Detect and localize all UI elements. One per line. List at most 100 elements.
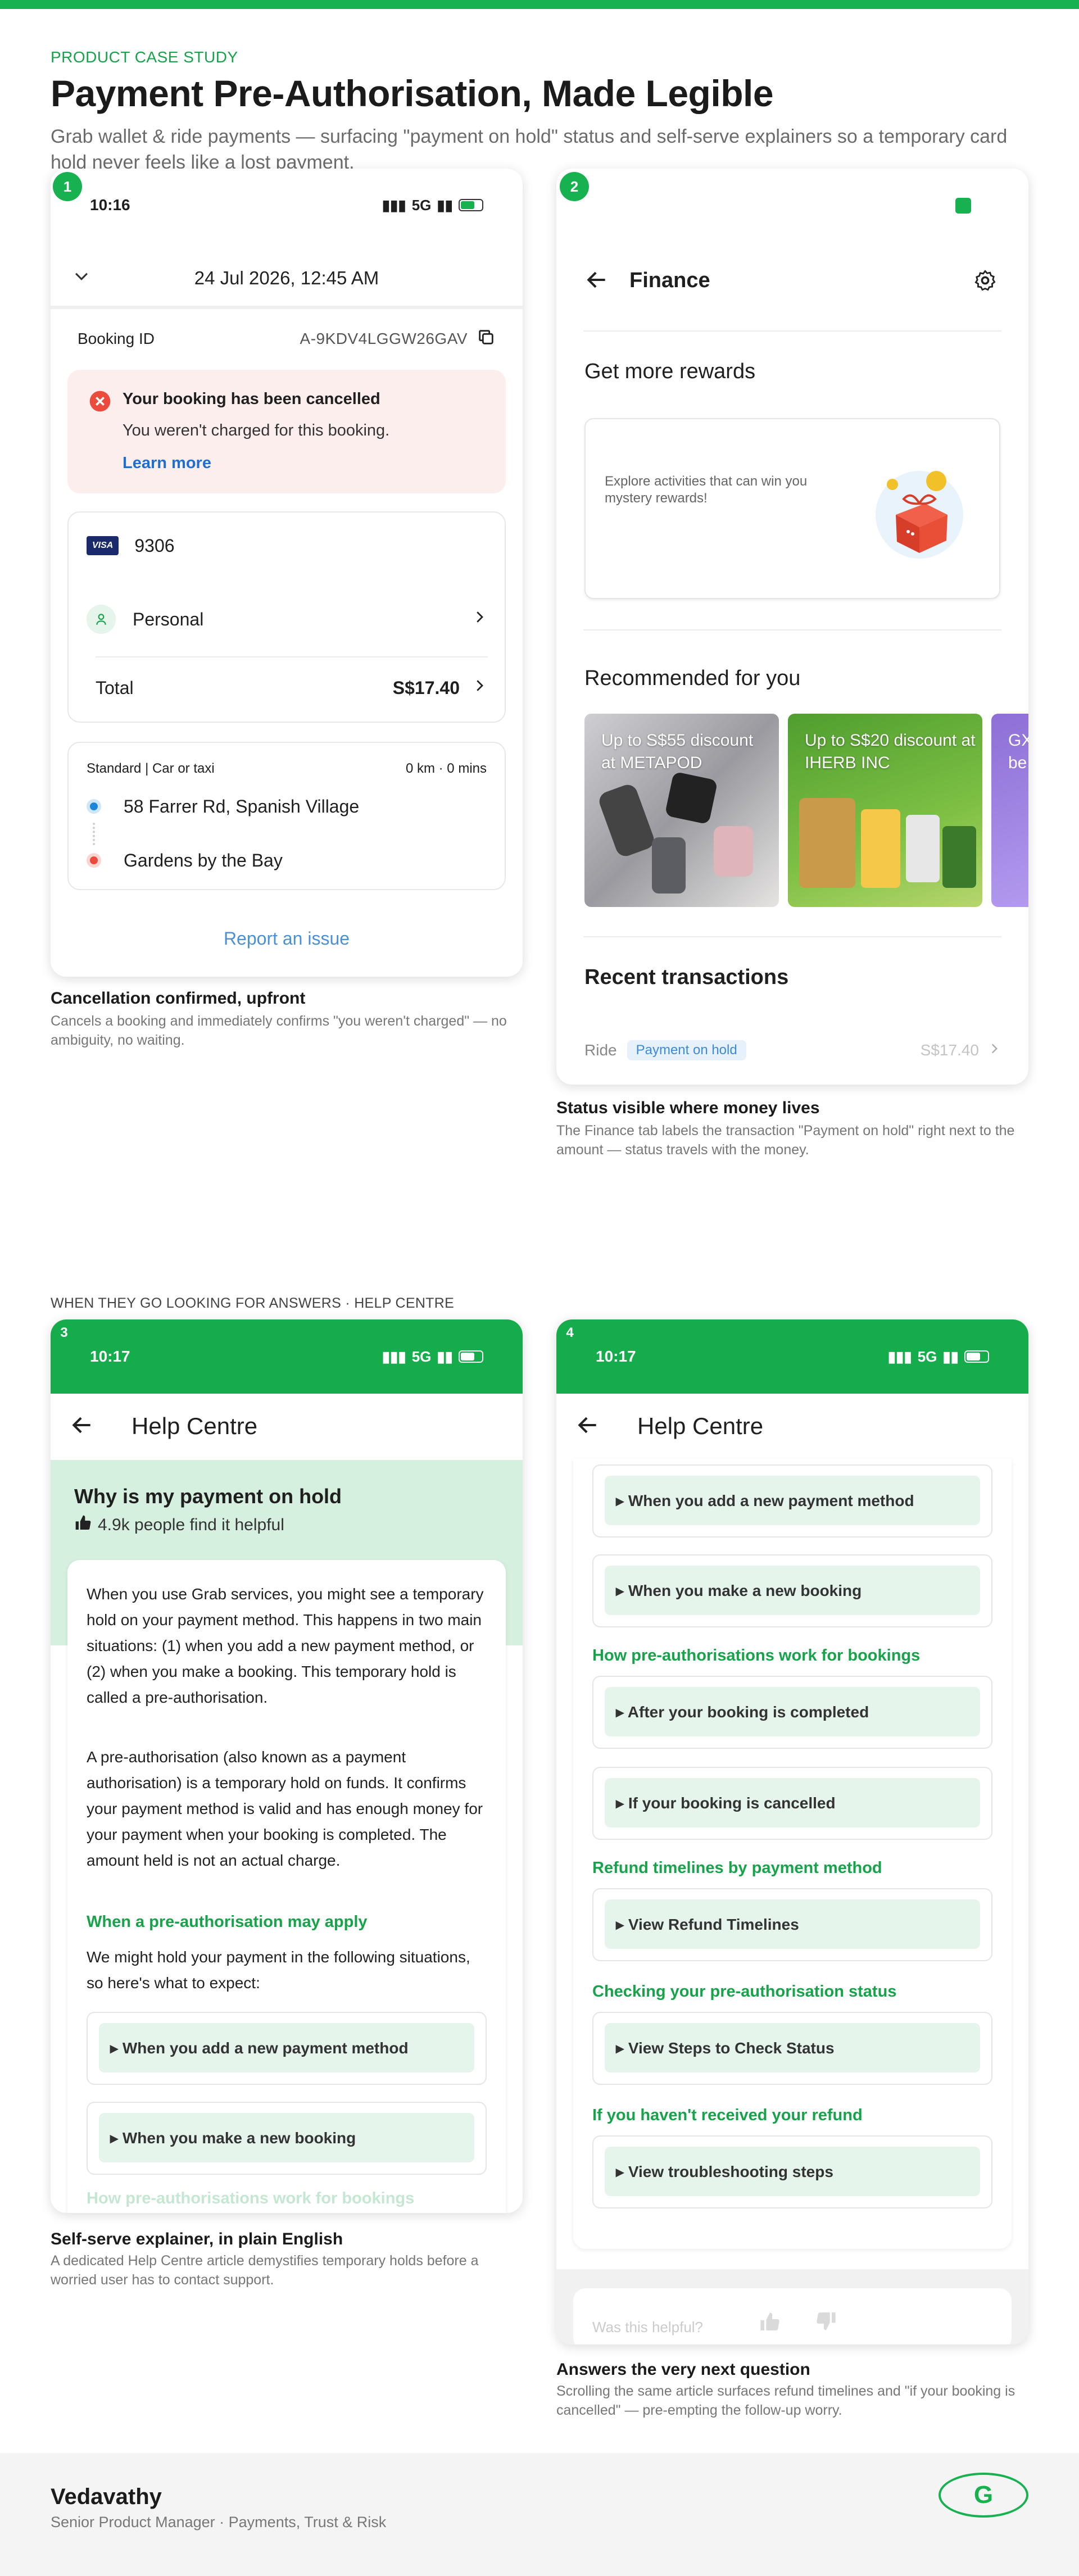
grab-logo-icon: G [939, 2473, 1028, 2518]
promo-card[interactable]: GX be [991, 714, 1028, 907]
back-arrow-icon[interactable] [575, 1413, 600, 1440]
booking-datetime: 24 Jul 2026, 12:45 AM [194, 267, 379, 288]
route-dots [93, 823, 95, 845]
close-circle-icon [89, 390, 111, 415]
article-body: ▸ When you add a new payment method ▸ Wh… [573, 1459, 1012, 2249]
screen-1-booking-cancelled: 10:16 ▮▮▮ 5G ▮▮ 24 Jul 2026, 12:45 AM Bo… [51, 169, 523, 977]
divider [583, 629, 1001, 631]
article-body: When you use Grab services, you might se… [67, 1560, 506, 2213]
page-subtitle: Grab wallet & ride payments — surfacing … [51, 126, 1008, 173]
section-body: We might hold your payment in the follow… [87, 1948, 470, 1992]
caption-1-sub: Cancels a booking and immediately confir… [51, 1013, 507, 1048]
caption-2-sub: The Finance tab labels the transaction "… [556, 1123, 1015, 1158]
total-value: S$17.40 [392, 677, 460, 698]
status-bar: 10:16 ▮▮▮ 5G ▮▮ [51, 169, 523, 242]
caption-4-sub: Scrolling the same article surfaces refu… [556, 2383, 1015, 2418]
cancel-notice: Your booking has been cancelled You were… [67, 370, 506, 493]
author-role: Senior Product Manager · Payments, Trust… [51, 2514, 387, 2530]
accordion-item[interactable]: ▸ When you make a new booking [87, 2102, 487, 2175]
article-para-2: A pre-authorisation (also known as a pay… [87, 1748, 483, 1869]
section-heading: If you haven't received your refund [592, 2106, 863, 2124]
thumbs-down-icon[interactable] [815, 2310, 837, 2335]
ride-meta: 0 km · 0 mins [405, 761, 487, 776]
battery-icon [459, 199, 483, 211]
accordion-item[interactable]: ▸ After your booking is completed [592, 1676, 992, 1749]
back-arrow-icon[interactable] [70, 1413, 94, 1440]
screen-3-help-centre: 10:17 ▮▮▮ 5G ▮▮ Help Centre Why is my pa… [51, 1319, 523, 2213]
footer: Vedavathy Senior Product Manager · Payme… [0, 2453, 1079, 2576]
help-centre-title: Help Centre [637, 1413, 764, 1439]
article-title: Why is my payment on hold [74, 1485, 342, 1508]
section-heading: When a pre-authorisation may apply [87, 1913, 368, 1931]
accordion-item[interactable]: ▸ When you add a new payment method [87, 2012, 487, 2085]
author-name: Vedavathy [51, 2484, 162, 2509]
profile-row[interactable]: Personal [87, 601, 488, 637]
chevron-right-icon [471, 677, 488, 699]
accordion-item[interactable]: ▸ View Refund Timelines [592, 1888, 992, 1961]
network-label: 5G [917, 1348, 937, 1365]
thumbs-up-icon [74, 1514, 92, 1536]
txn-amount: S$17.40 [920, 1041, 979, 1059]
accordion-item[interactable]: ▸ When you add a new payment method [592, 1464, 992, 1538]
accordion-label: ▸ When you add a new payment method [605, 1476, 980, 1525]
accordion-label: ▸ View Steps to Check Status [605, 2023, 980, 2072]
promo-card[interactable]: Up to S$55 discount at METAPOD [584, 714, 779, 907]
status-time: 10:17 [596, 1348, 636, 1365]
recommended-heading: Recommended for you [584, 666, 801, 690]
faded-heading: How pre-authorisations work for bookings [87, 2189, 415, 2207]
status-bar: 10:17 ▮▮▮ 5G ▮▮ [51, 1319, 523, 1394]
total-row[interactable]: Total S$17.40 [96, 671, 488, 705]
pickup-row: 58 Farrer Rd, Spanish Village [87, 792, 359, 820]
accordion-item[interactable]: ▸ View Steps to Check Status [592, 2012, 992, 2085]
status-icons: ▮▮▮ 5G ▮▮ [382, 1348, 483, 1366]
screen-badge-1: 1 [53, 172, 82, 201]
gear-icon[interactable] [973, 269, 997, 295]
pickup-address: 58 Farrer Rd, Spanish Village [124, 796, 360, 817]
copy-icon[interactable] [477, 328, 496, 351]
status-time: 10:17 [90, 1348, 130, 1365]
transaction-row[interactable]: Ride Payment on hold S$17.40 [584, 1037, 1001, 1063]
route-card: Standard | Car or taxi 0 km · 0 mins 58 … [67, 742, 506, 890]
divider [583, 936, 1001, 937]
payment-on-hold-badge: Payment on hold [627, 1040, 746, 1060]
status-bar: 10:17 ▮▮▮ 5G ▮▮ [556, 1319, 1028, 1394]
chevron-right-icon [987, 1041, 1001, 1060]
signal-icon: ▮▮▮ [887, 1348, 912, 1365]
booking-id-value: A-9KDV4LGGW26GAV [300, 330, 468, 347]
accordion-item[interactable]: ▸ If your booking is cancelled [592, 1767, 992, 1840]
eyebrow: PRODUCT CASE STUDY [51, 48, 238, 66]
back-arrow-icon[interactable] [584, 267, 609, 295]
rewards-heading: Get more rewards [584, 360, 756, 383]
accordion-item[interactable]: ▸ When you make a new booking [592, 1554, 992, 1627]
status-icons: ▮▮▮ 5G ▮▮ [888, 1348, 989, 1366]
signal-icon-2: ▮▮ [437, 1348, 453, 1365]
top-accent-bar [0, 0, 1079, 9]
accordion-label: ▸ When you make a new booking [99, 2113, 474, 2162]
feedback-strip: Was this helpful? [556, 2269, 1028, 2344]
section-label: WHEN THEY GO LOOKING FOR ANSWERS · HELP … [51, 1295, 455, 1311]
accordion-item[interactable]: ▸ View troubleshooting steps [592, 2135, 992, 2208]
screen-badge-2: 2 [560, 172, 589, 201]
accordion-label: ▸ After your booking is completed [605, 1687, 980, 1736]
accordion-label: ▸ If your booking is cancelled [605, 1778, 980, 1827]
learn-more-link[interactable]: Learn more [123, 454, 211, 473]
gift-box-icon [863, 453, 976, 568]
total-label: Total [96, 677, 134, 698]
card-row: VISA 9306 [87, 532, 175, 560]
dropoff-dot-icon [87, 853, 101, 868]
signal-icon-2: ▮▮ [437, 196, 453, 214]
caption-3: Self-serve explainer, in plain English [51, 2230, 343, 2248]
rewards-card[interactable]: Explore activities that can win you myst… [584, 418, 1000, 599]
battery-icon [459, 1350, 483, 1363]
promo-text: GX be [1008, 731, 1028, 772]
battery-icon [964, 1350, 989, 1363]
promo-text: Up to S$55 discount at METAPOD [601, 731, 754, 772]
txn-label: Ride [584, 1041, 617, 1059]
payment-card: VISA 9306 Personal Total S$17.40 [67, 511, 506, 723]
promo-card[interactable]: Up to S$20 discount at IHERB INC [788, 714, 982, 907]
status-indicator-icon [955, 198, 971, 214]
status-time: 10:16 [90, 196, 130, 214]
thumbs-up-icon[interactable] [759, 2311, 781, 2336]
report-issue-link[interactable]: Report an issue [51, 928, 523, 949]
caption-2: Status visible where money lives [556, 1099, 820, 1117]
